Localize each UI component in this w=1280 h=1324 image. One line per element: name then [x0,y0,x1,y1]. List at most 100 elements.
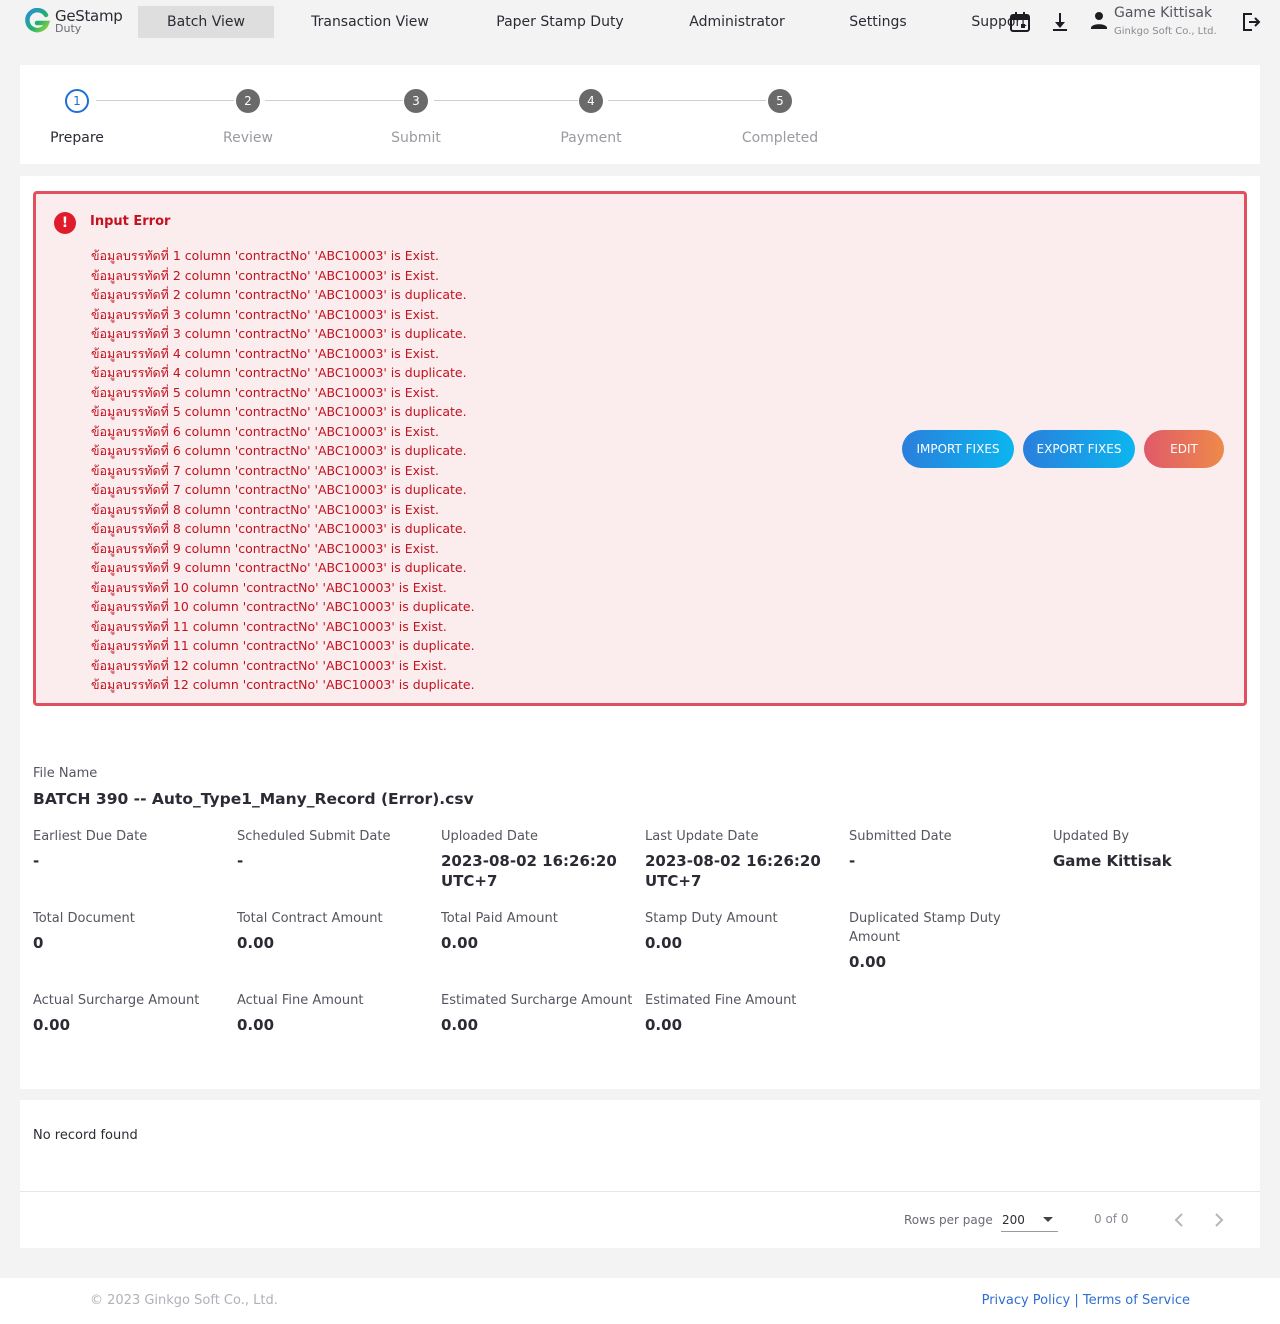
rows-per-page-label: Rows per page [904,1213,993,1227]
user-name[interactable]: Game Kittisak [1114,5,1212,21]
last-update-date-timezone: UTC+7 [645,872,702,890]
error-message: ข้อมูลบรรทัดที่ 3 column 'contractNo' 'A… [91,326,467,341]
step-connector [96,100,234,101]
uploaded-date-value: 2023-08-02 16:26:20 [441,852,617,870]
error-message: ข้อมูลบรรทัดที่ 2 column 'contractNo' 'A… [91,287,467,302]
error-message: ข้อมูลบรรทัดที่ 8 column 'contractNo' 'A… [91,501,439,517]
error-message: ข้อมูลบรรทัดที่ 5 column 'contractNo' 'A… [91,384,439,400]
error-message: ข้อมูลบรรทัดที่ 12 column 'contractNo' '… [91,677,475,692]
caret-down-icon [1043,1217,1053,1222]
logout-icon[interactable] [1239,10,1263,34]
nav-batch-view[interactable]: Batch View [138,6,274,38]
nav-settings[interactable]: Settings [838,6,918,38]
step-connector [608,100,766,101]
actual-surcharge-amount-label: Actual Surcharge Amount [33,993,200,1008]
error-message: ข้อมูลบรรทัดที่ 1 column 'contractNo' 'A… [91,248,439,263]
estimated-surcharge-amount-label: Estimated Surcharge Amount [441,993,633,1008]
page-footer: © 2023 Ginkgo Soft Co., Ltd. Privacy Pol… [0,1278,1280,1324]
error-message: ข้อมูลบรรทัดที่ 6 column 'contractNo' 'A… [91,423,439,439]
import-fixes-button[interactable]: IMPORT FIXES [902,430,1014,468]
step-connector [265,100,403,101]
total-document-value: 0 [33,934,44,952]
error-message: ข้อมูลบรรทัดที่ 11 column 'contractNo' '… [91,618,447,634]
scheduled-submit-date-label: Scheduled Submit Date [237,829,391,844]
submitted-date-label: Submitted Date [849,829,952,844]
error-message: ข้อมูลบรรทัดที่ 8 column 'contractNo' 'A… [91,521,467,536]
rows-per-page-select[interactable]: 200 [1001,1206,1058,1232]
duplicated-stamp-duty-amount-label: Duplicated Stamp Duty [849,911,1001,926]
error-message: ข้อมูลบรรทัดที่ 10 column 'contractNo' '… [91,579,447,595]
calendar-icon[interactable] [1008,10,1032,34]
footer-link-separator: | [1074,1293,1079,1308]
actual-fine-amount-value: 0.00 [237,1016,275,1034]
pagination-info: 0 of 0 [1094,1212,1129,1226]
error-message-list: ข้อมูลบรรทัดที่ 1 column 'contractNo' 'A… [91,246,475,695]
export-fixes-button[interactable]: EXPORT FIXES [1023,430,1135,468]
footer-links: Privacy Policy | Terms of Service [982,1293,1190,1308]
logo-subtitle: Duty [55,22,82,35]
file-name-label: File Name [33,766,98,781]
step-1-circle: 1 [65,89,89,113]
input-error-panel: ! Input Error ข้อมูลบรรทัดที่ 1 column '… [33,191,1247,706]
step-3-label: Submit [391,130,441,146]
error-message: ข้อมูลบรรทัดที่ 10 column 'contractNo' '… [91,599,475,614]
estimated-fine-amount-label: Estimated Fine Amount [645,993,797,1008]
scheduled-submit-date-value: - [237,852,244,870]
updated-by-label: Updated By [1053,829,1130,844]
user-organization: Ginkgo Soft Co., Ltd. [1114,26,1217,37]
empty-table-message: No record found [33,1128,138,1143]
privacy-policy-link[interactable]: Privacy Policy [982,1293,1071,1308]
error-message: ข้อมูลบรรทัดที่ 11 column 'contractNo' '… [91,638,475,653]
error-message: ข้อมูลบรรทัดที่ 4 column 'contractNo' 'A… [91,365,467,380]
stamp-duty-amount-label: Stamp Duty Amount [645,911,778,926]
terms-of-service-link[interactable]: Terms of Service [1083,1293,1190,1308]
step-connector [434,100,578,101]
total-paid-amount-value: 0.00 [441,934,479,952]
error-message: ข้อมูลบรรทัดที่ 5 column 'contractNo' 'A… [91,404,467,419]
nav-administrator[interactable]: Administrator [677,6,797,38]
submitted-date-value: - [849,852,856,870]
error-message: ข้อมูลบรรทัดที่ 9 column 'contractNo' 'A… [91,560,467,575]
total-paid-amount-label: Total Paid Amount [441,911,558,926]
error-message: ข้อมูลบรรทัดที่ 3 column 'contractNo' 'A… [91,306,439,322]
rows-per-page-value: 200 [1002,1213,1025,1227]
top-navigation: GeStamp Duty Batch View Transaction View… [0,0,1280,44]
previous-page-icon[interactable] [1167,1208,1191,1232]
updated-by-value: Game Kittisak [1053,852,1172,870]
error-message: ข้อมูลบรรทัดที่ 7 column 'contractNo' 'A… [91,462,439,478]
user-icon[interactable] [1087,8,1111,32]
edit-button[interactable]: EDIT [1144,430,1224,468]
error-message: ข้อมูลบรรทัดที่ 4 column 'contractNo' 'A… [91,345,439,361]
copyright-text: © 2023 Ginkgo Soft Co., Ltd. [90,1293,278,1308]
download-icon[interactable] [1048,10,1072,34]
step-1-label: Prepare [50,130,104,146]
error-title: Input Error [90,214,171,229]
total-contract-amount-value: 0.00 [237,934,275,952]
records-table-card [20,1100,1260,1248]
file-name-value: BATCH 390 -- Auto_Type1_Many_Record (Err… [33,790,474,808]
step-3-circle: 3 [404,89,428,113]
stamp-duty-amount-value: 0.00 [645,934,683,952]
error-message: ข้อมูลบรรทัดที่ 6 column 'contractNo' 'A… [91,443,467,458]
error-message: ข้อมูลบรรทัดที่ 12 column 'contractNo' '… [91,657,447,673]
actual-fine-amount-label: Actual Fine Amount [237,993,364,1008]
duplicated-stamp-duty-amount-label-line2: Amount [849,930,901,945]
error-message: ข้อมูลบรรทัดที่ 2 column 'contractNo' 'A… [91,267,439,283]
step-5-label: Completed [741,130,819,146]
app-logo[interactable]: GeStamp Duty [24,7,134,37]
earliest-due-date-value: - [33,852,40,870]
nav-paper-stamp-duty[interactable]: Paper Stamp Duty [485,6,635,38]
actual-surcharge-amount-value: 0.00 [33,1016,71,1034]
estimated-surcharge-amount-value: 0.00 [441,1016,479,1034]
uploaded-date-label: Uploaded Date [441,829,539,844]
last-update-date-value: 2023-08-02 16:26:20 [645,852,821,870]
total-document-label: Total Document [33,911,135,926]
nav-transaction-view[interactable]: Transaction View [300,6,440,38]
step-4-circle: 4 [579,89,603,113]
earliest-due-date-label: Earliest Due Date [33,829,148,844]
gestamp-logo-icon [25,8,50,33]
error-message: ข้อมูลบรรทัดที่ 7 column 'contractNo' 'A… [91,482,467,497]
duplicated-stamp-duty-amount-value: 0.00 [849,953,887,971]
next-page-icon[interactable] [1207,1208,1231,1232]
table-footer-divider [20,1191,1260,1192]
